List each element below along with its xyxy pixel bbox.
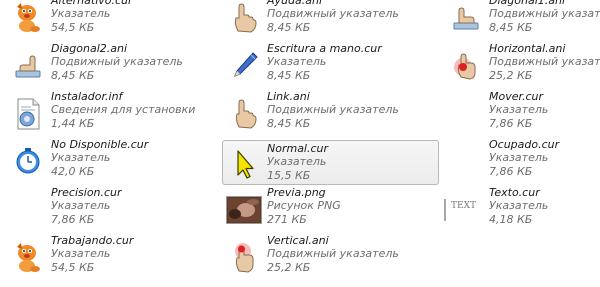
file-type: Указатель — [51, 151, 111, 164]
hand-diagonal-cursor-icon — [11, 49, 45, 83]
hand-red-cursor-icon — [449, 49, 483, 83]
file-type: Подвижный указатель — [267, 103, 399, 116]
file-type: Подвижный указатель — [489, 7, 600, 20]
file-item-ayuda[interactable]: Ayuda.ani Подвижный указатель 8,45 КБ — [222, 0, 427, 38]
file-item-vertical[interactable]: Vertical.ani Подвижный указатель 25,2 КБ — [222, 234, 427, 278]
file-size: 54,5 КБ — [51, 21, 95, 34]
file-item-normal[interactable]: Normal.cur Указатель 15,5 КБ — [222, 140, 439, 185]
file-size: 8,45 КБ — [489, 21, 533, 34]
file-size: 25,2 КБ — [267, 261, 311, 274]
file-item-trabajando[interactable]: Trabajando.cur Указатель 54,5 КБ — [6, 234, 211, 278]
file-type: Подвижный указатель — [267, 247, 399, 260]
file-name: Instalador.inf — [51, 90, 123, 103]
image-thumbnail-icon — [225, 193, 263, 227]
file-item-texto[interactable]: TEXT Texto.cur Указатель 4,18 КБ — [443, 186, 600, 230]
file-size: 8,45 КБ — [267, 21, 311, 34]
file-type: Указатель — [267, 155, 327, 168]
file-type: Указатель — [489, 103, 549, 116]
file-size: 54,5 КБ — [51, 261, 95, 274]
file-item-link[interactable]: Link.ani Подвижный указатель 8,45 КБ — [222, 90, 427, 134]
file-item-diagonal1[interactable]: Diagonal1.ani Подвижный указатель 8,45 К… — [444, 0, 600, 38]
file-name: Link.ani — [267, 90, 310, 103]
file-name: Escritura a mano.cur — [267, 42, 382, 55]
file-size: 7,86 КБ — [489, 165, 533, 178]
file-item-previa[interactable]: Previa.png Рисунок PNG 271 КБ — [222, 186, 427, 230]
file-item-horizontal[interactable]: Horizontal.ani Подвижный указатель 25,2 … — [444, 42, 600, 86]
file-name: Ocupado.cur — [489, 138, 560, 151]
file-item-diagonal2[interactable]: Diagonal2.ani Подвижный указатель 8,45 К… — [6, 42, 211, 86]
file-item-precision[interactable]: Precision.cur Указатель 7,86 КБ — [6, 186, 211, 230]
file-size: 7,86 КБ — [51, 213, 95, 226]
file-item-mover[interactable]: Mover.cur Указатель 7,86 КБ — [444, 90, 600, 134]
setup-info-file-icon — [11, 97, 45, 131]
file-name: Diagonal2.ani — [51, 42, 128, 55]
hand-diagonal-cursor-icon — [449, 1, 483, 35]
file-type: Рисунок PNG — [267, 199, 341, 212]
hand-link-cursor-icon — [227, 97, 261, 131]
file-name: Horizontal.ani — [489, 42, 566, 55]
file-size: 8,45 КБ — [51, 69, 95, 82]
file-name: Texto.cur — [489, 186, 540, 199]
pencil-cursor-icon — [227, 49, 261, 83]
file-size: 42,0 КБ — [51, 165, 95, 178]
file-item-no-disponible[interactable]: No Disponible.cur Указатель 42,0 КБ — [6, 138, 211, 182]
yellow-arrow-cursor-icon — [227, 147, 261, 181]
file-type: Подвижный указатель — [489, 55, 600, 68]
file-type: Указатель — [51, 7, 111, 20]
file-size: 7,86 КБ — [489, 117, 533, 130]
file-name: Previa.png — [267, 186, 326, 199]
file-size: 4,18 КБ — [489, 213, 533, 226]
text-cursor-label: TEXT — [451, 201, 476, 211]
file-name: Mover.cur — [489, 90, 544, 103]
file-name: Trabajando.cur — [51, 234, 134, 247]
file-type: Подвижный указатель — [51, 55, 183, 68]
file-item-instalador[interactable]: Instalador.inf Сведения для установки 1,… — [6, 90, 211, 134]
file-size: 15,5 КБ — [267, 169, 311, 182]
file-size: 271 КБ — [267, 213, 307, 226]
text-beam-cursor-icon: TEXT — [443, 193, 477, 227]
file-type: Сведения для установки — [51, 103, 196, 116]
orange-dog-cursor-icon — [11, 1, 45, 35]
file-type: Указатель — [51, 247, 111, 260]
file-size: 8,45 КБ — [267, 117, 311, 130]
file-size: 8,45 КБ — [267, 69, 311, 82]
file-name: Precision.cur — [51, 186, 122, 199]
orange-dog-cursor-icon — [11, 241, 45, 275]
file-name: Normal.cur — [267, 142, 329, 155]
file-name: Vertical.ani — [267, 234, 329, 247]
file-type: Указатель — [267, 55, 327, 68]
unavailable-clock-cursor-icon — [11, 145, 45, 179]
file-type: Указатель — [51, 199, 111, 212]
hand-help-cursor-icon — [227, 1, 261, 35]
file-name: No Disponible.cur — [51, 138, 149, 151]
hand-red-cursor-icon — [227, 241, 261, 275]
file-type: Подвижный указатель — [267, 7, 399, 20]
file-item-escritura[interactable]: Escritura a mano.cur Указатель 8,45 КБ — [222, 42, 427, 86]
file-type: Указатель — [489, 151, 549, 164]
file-type: Указатель — [489, 199, 549, 212]
file-size: 1,44 КБ — [51, 117, 95, 130]
file-size: 25,2 КБ — [489, 69, 533, 82]
file-item-alternativo[interactable]: Alternativo.cur Указатель 54,5 КБ — [6, 0, 211, 38]
file-item-ocupado[interactable]: Ocupado.cur Указатель 7,86 КБ — [444, 138, 600, 182]
